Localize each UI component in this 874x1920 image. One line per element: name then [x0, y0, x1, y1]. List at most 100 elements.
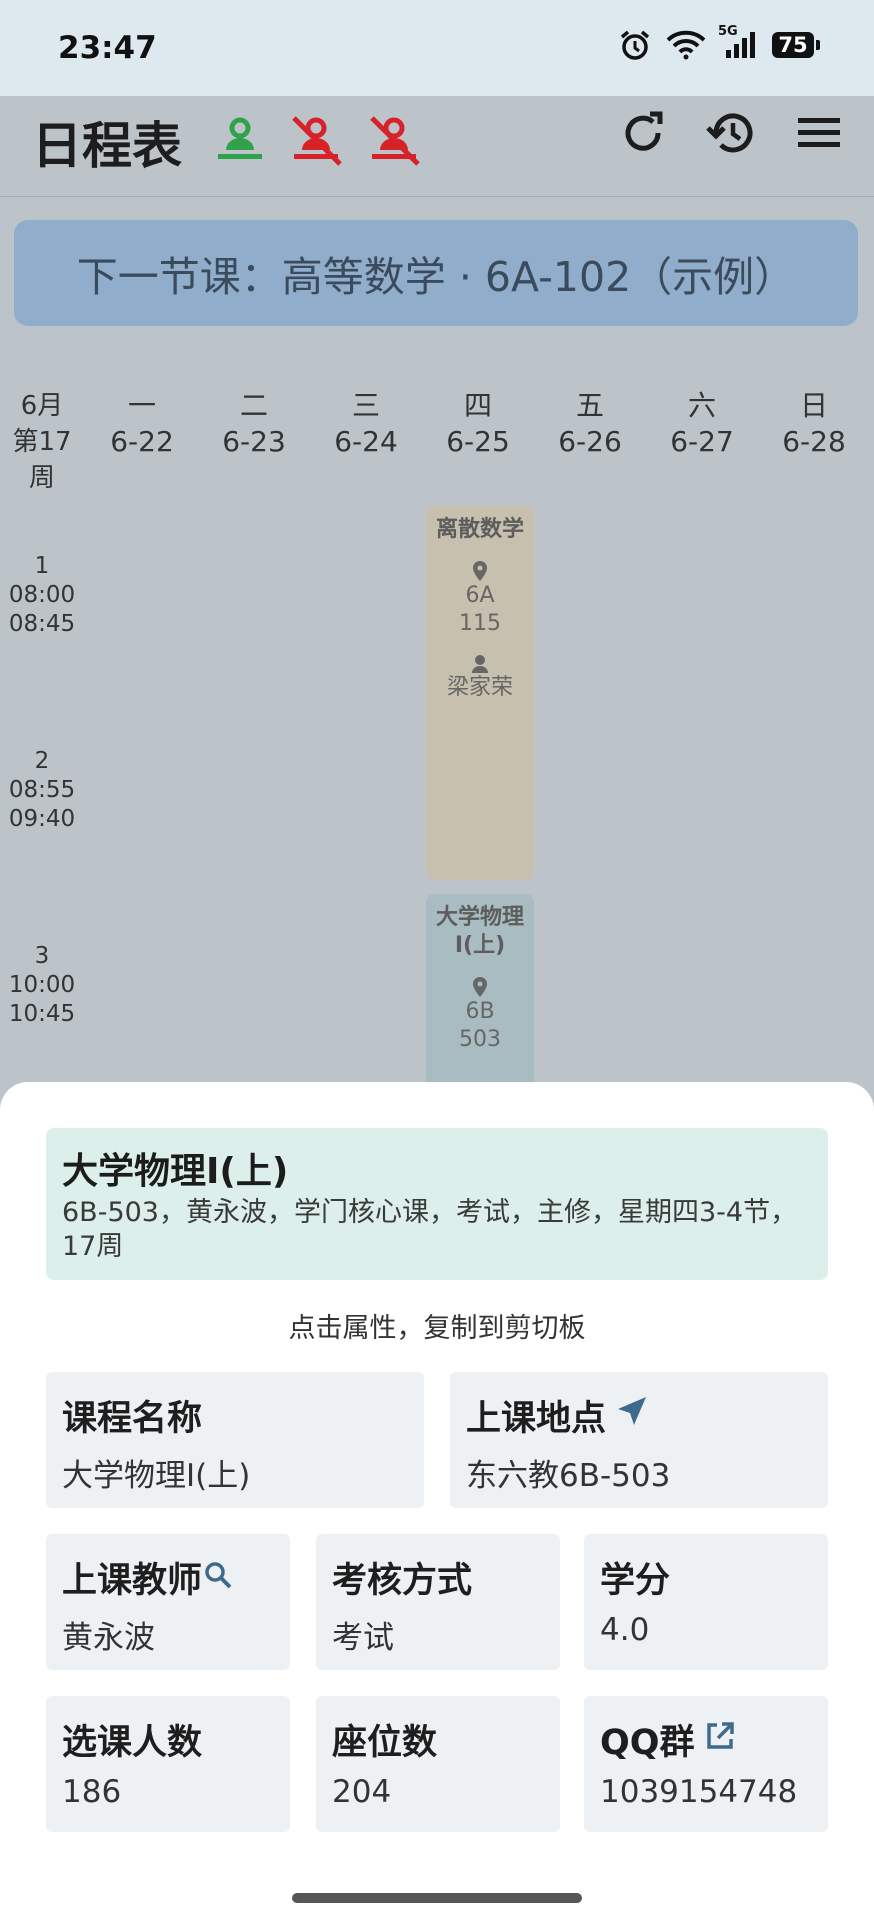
- date-label: 6-24: [334, 425, 398, 458]
- day-header: 一 6-22: [86, 388, 198, 460]
- period-label: 1 08:00 08:45: [0, 552, 84, 639]
- navigation-arrow-icon[interactable]: [616, 1395, 648, 1436]
- month-label: 6月: [20, 391, 64, 421]
- status-bar: 23:47 5G 75: [0, 0, 874, 96]
- period-label: 2 08:55 09:40: [0, 747, 84, 834]
- search-icon[interactable]: [204, 1558, 232, 1598]
- history-icon[interactable]: [706, 110, 756, 160]
- weekday-label: 四: [463, 389, 492, 422]
- field-value: 黄永波: [62, 1620, 155, 1656]
- period-start: 08:55: [8, 777, 76, 803]
- course-block[interactable]: 离散数学 6A 115 梁家荣: [426, 506, 534, 880]
- toolbar-actions: [620, 110, 842, 160]
- copy-hint: 点击属性，复制到剪切板: [288, 1313, 586, 1344]
- month-week-label: 6月 第17周: [0, 388, 84, 496]
- period-number: 1: [34, 553, 50, 579]
- account-status-group: [214, 112, 422, 172]
- date-label: 6-25: [446, 425, 510, 458]
- weekday-label: 日: [799, 389, 828, 422]
- field-qq-group[interactable]: QQ群 1039154748: [584, 1696, 828, 1832]
- period-start: 10:00: [8, 972, 76, 998]
- period-end: 08:45: [8, 611, 76, 637]
- summary-description: 6B-503，黄永波，学门核心课，考试，主修，星期四3-4节，17周: [62, 1197, 798, 1262]
- person-icon: [426, 654, 534, 674]
- field-credit[interactable]: 学分 4.0: [584, 1534, 828, 1670]
- menu-icon[interactable]: [796, 110, 842, 160]
- field-enrolled[interactable]: 选课人数 186: [46, 1696, 290, 1832]
- field-seats[interactable]: 座位数 204: [316, 1696, 560, 1832]
- field-label: 座位数: [332, 1723, 438, 1763]
- field-location[interactable]: 上课地点 东六教6B-503: [450, 1372, 828, 1508]
- refresh-icon[interactable]: [620, 110, 666, 160]
- field-value: 考试: [332, 1620, 394, 1656]
- location-pin-icon: [426, 560, 534, 582]
- home-indicator[interactable]: [292, 1893, 582, 1903]
- day-header: 三 6-24: [310, 388, 422, 460]
- field-exam-type[interactable]: 考核方式 考试: [316, 1534, 560, 1670]
- course-summary[interactable]: 大学物理I(上) 6B-503，黄永波，学门核心课，考试，主修，星期四3-4节，…: [46, 1128, 828, 1280]
- field-label: 上课教师: [62, 1561, 203, 1601]
- course-block[interactable]: 大学物理I(上) 6B 503: [426, 894, 534, 1082]
- account-online-icon[interactable]: [214, 112, 266, 172]
- field-label: 课程名称: [62, 1399, 203, 1439]
- weekday-label: 五: [575, 389, 604, 422]
- alarm-icon: [618, 28, 652, 62]
- week-label: 第17周: [12, 427, 72, 493]
- next-class-banner[interactable]: 下一节课：高等数学 · 6A-102（示例）: [14, 220, 858, 326]
- course-room-number: 115: [459, 611, 501, 636]
- course-room-number: 503: [459, 1027, 501, 1052]
- field-teacher[interactable]: 上课教师 黄永波: [46, 1534, 290, 1670]
- page-title: 日程表: [32, 117, 182, 175]
- summary-title: 大学物理I(上): [62, 1151, 289, 1192]
- course-room-building: 6B: [465, 999, 495, 1024]
- period-number: 2: [34, 748, 50, 774]
- date-label: 6-23: [222, 425, 286, 458]
- field-label: QQ群: [600, 1723, 695, 1763]
- period-start: 08:00: [8, 582, 76, 608]
- external-link-icon[interactable]: [705, 1720, 735, 1760]
- cellular-signal-icon: 5G: [718, 24, 758, 60]
- course-teacher: 梁家荣: [446, 675, 513, 700]
- location-pin-icon: [426, 976, 534, 998]
- day-header: 五 6-26: [534, 388, 646, 460]
- weekday-label: 一: [127, 389, 156, 422]
- day-header: 日 6-28: [758, 388, 870, 460]
- field-value: 4.0: [600, 1612, 650, 1648]
- field-value: 1039154748: [600, 1774, 798, 1810]
- field-value: 186: [62, 1774, 122, 1810]
- field-label: 选课人数: [62, 1723, 203, 1763]
- battery-level: 75: [778, 33, 808, 57]
- field-value: 204: [332, 1774, 392, 1810]
- network-type-label: 5G: [718, 24, 738, 39]
- date-label: 6-27: [670, 425, 734, 458]
- course-detail-sheet: 大学物理I(上) 6B-503，黄永波，学门核心课，考试，主修，星期四3-4节，…: [0, 1082, 874, 1920]
- status-time: 23:47: [58, 30, 157, 66]
- day-header: 二 6-23: [198, 388, 310, 460]
- course-name: 离散数学: [435, 517, 524, 542]
- weekday-label: 三: [351, 389, 380, 422]
- course-name: 大学物理I(上): [435, 905, 524, 958]
- period-label: 3 10:00 10:45: [0, 942, 84, 1029]
- period-end: 10:45: [8, 1001, 76, 1027]
- date-label: 6-22: [110, 425, 174, 458]
- day-header: 四 6-25: [422, 388, 534, 460]
- field-label: 学分: [600, 1561, 671, 1601]
- app-bar: 日程表: [0, 96, 874, 197]
- date-label: 6-26: [558, 425, 622, 458]
- field-label: 上课地点: [466, 1399, 607, 1439]
- status-icons: 5G 75: [618, 24, 820, 62]
- account-offline-icon[interactable]: [368, 112, 422, 172]
- weekday-label: 二: [239, 389, 268, 422]
- field-value: 大学物理I(上): [62, 1458, 251, 1494]
- schedule-header: 6月 第17周 一 6-22 二 6-23 三 6-24 四 6-25 五 6-26 六6…: [0, 388, 874, 493]
- date-label: 6-28: [782, 425, 846, 458]
- field-value: 东六教6B-503: [466, 1458, 671, 1494]
- period-number: 3: [34, 943, 50, 969]
- period-end: 09:40: [8, 806, 76, 832]
- field-label: 考核方式: [332, 1561, 473, 1601]
- account-offline-icon[interactable]: [290, 112, 344, 172]
- wifi-icon: [666, 30, 706, 60]
- day-header: 六 6-27: [646, 388, 758, 460]
- field-course-name[interactable]: 课程名称 大学物理I(上): [46, 1372, 424, 1508]
- battery-icon: 75: [772, 32, 820, 58]
